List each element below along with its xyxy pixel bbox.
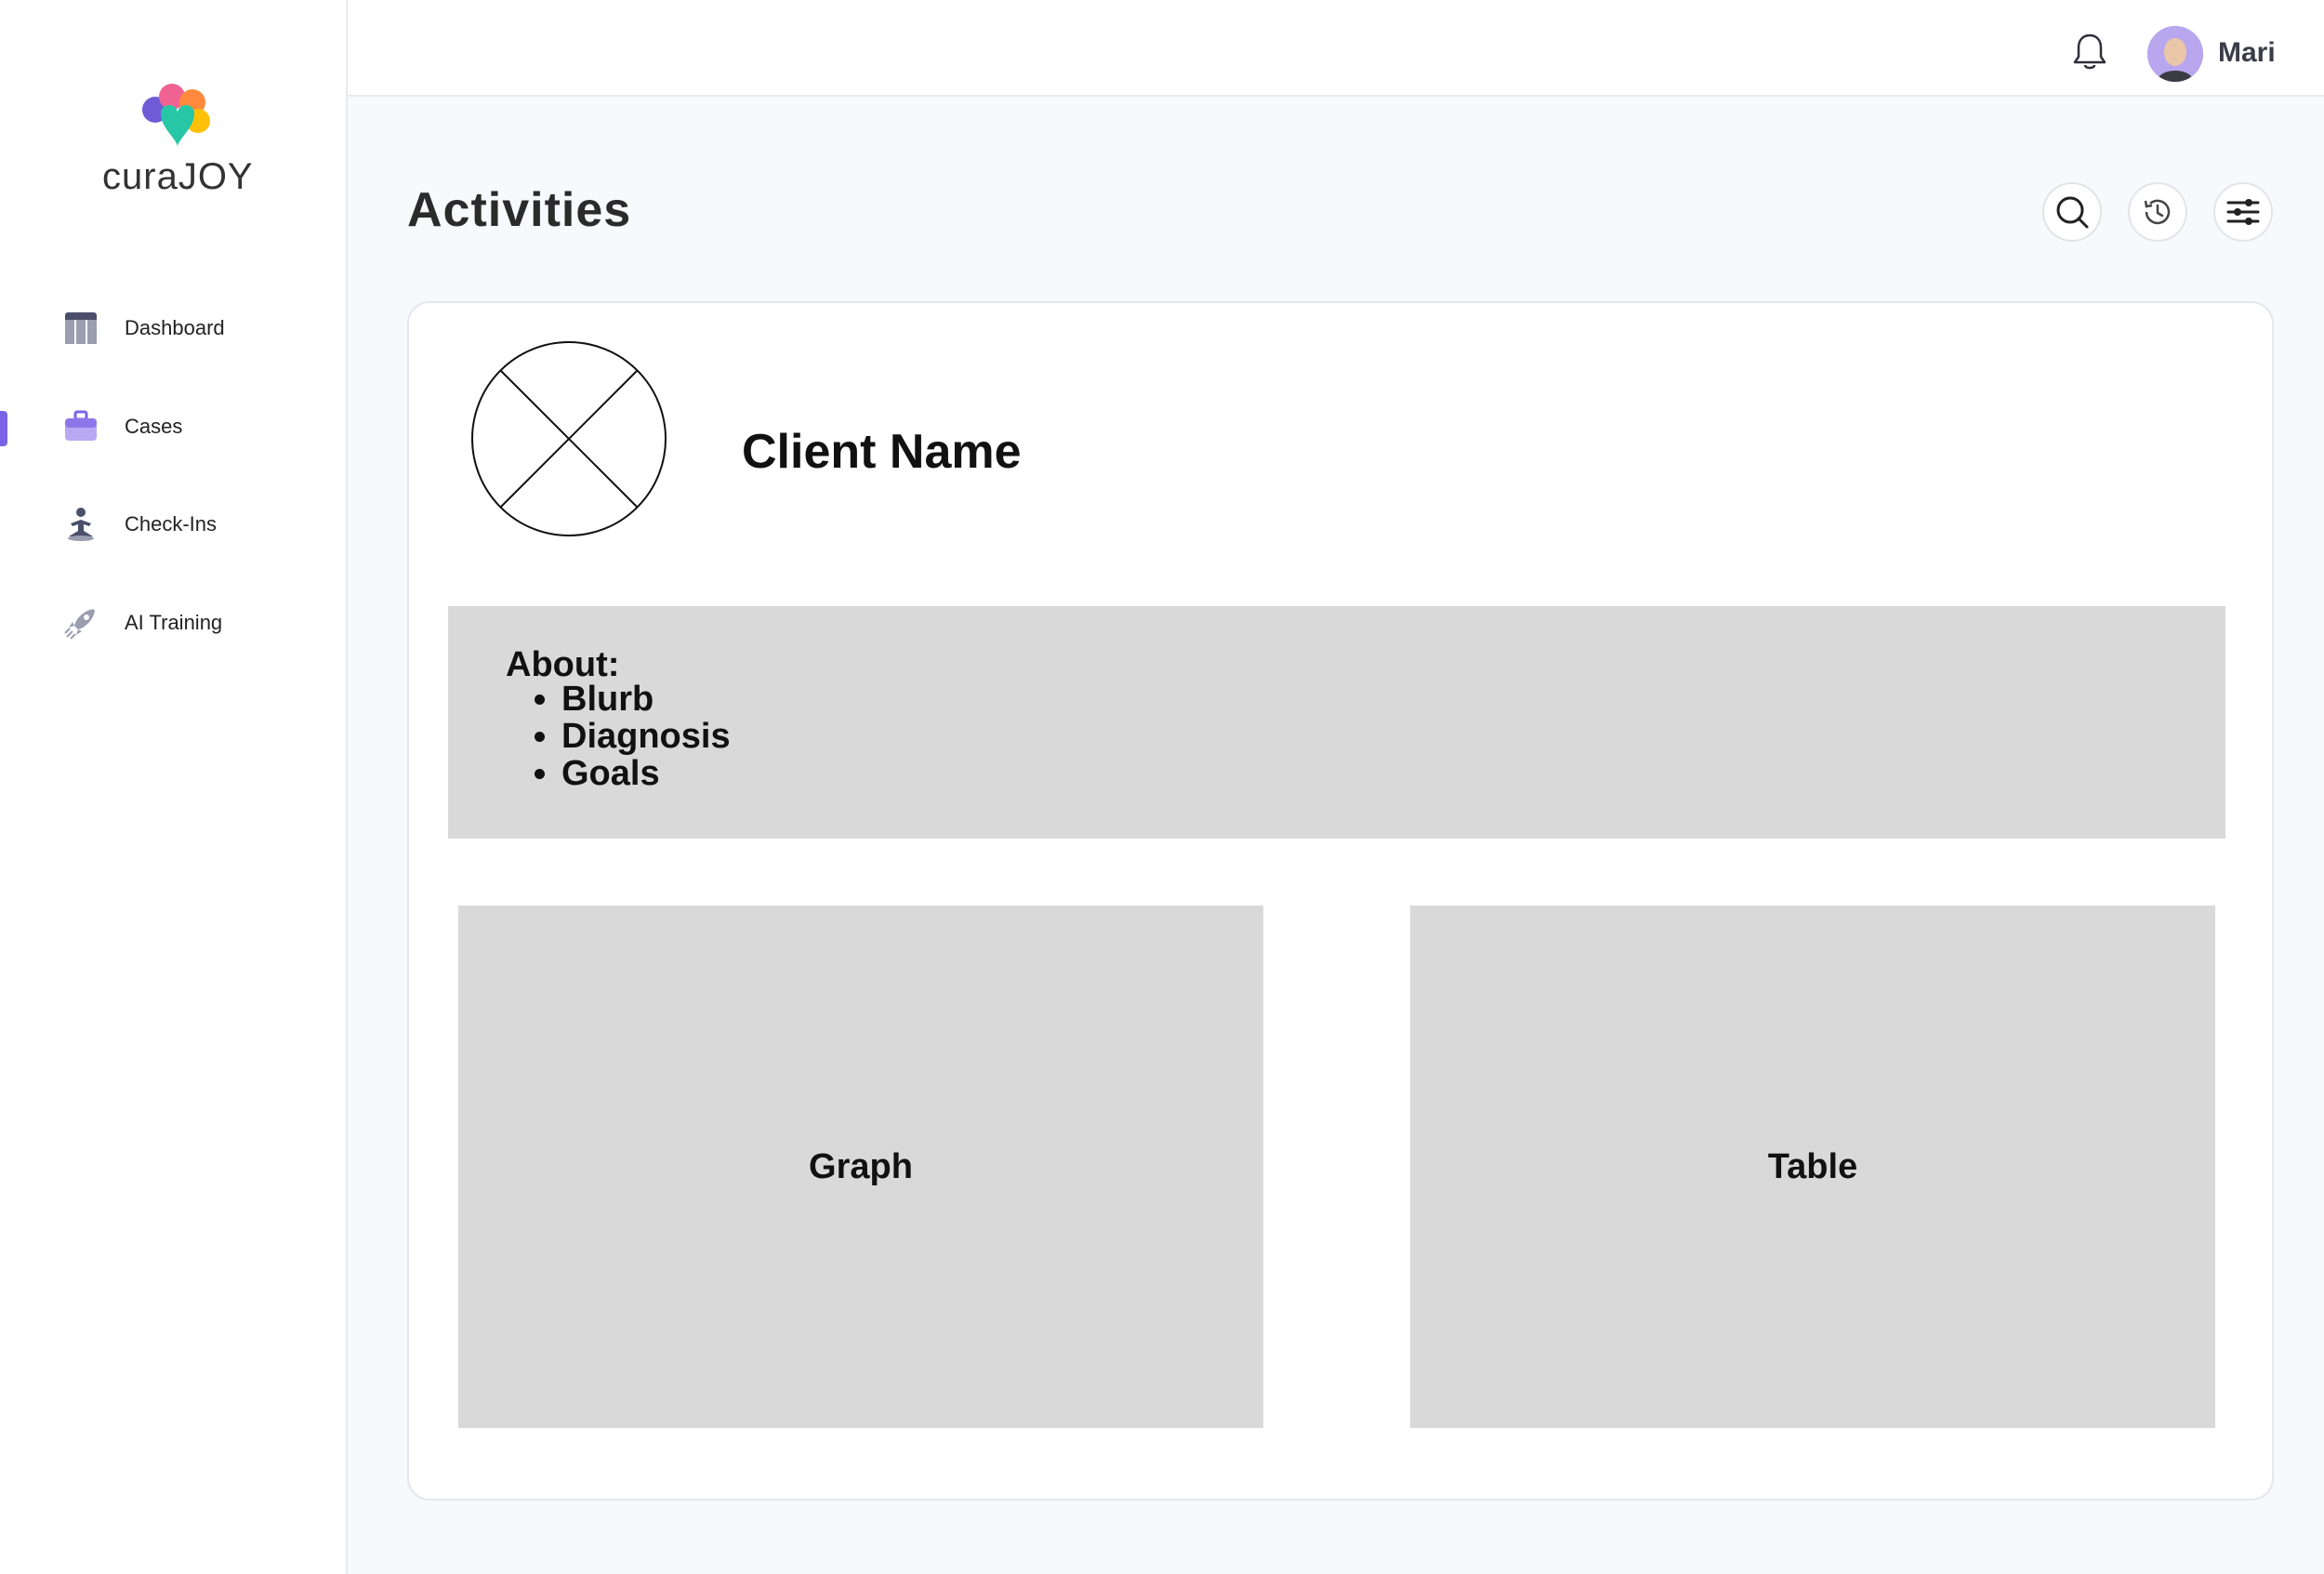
graph-placeholder: Graph <box>458 906 1263 1428</box>
search-button[interactable] <box>2042 182 2102 242</box>
sidebar-item-label: Cases <box>125 415 183 438</box>
meditation-icon <box>68 508 94 541</box>
image-placeholder-icon <box>471 341 667 536</box>
user-photo-icon <box>2147 26 2203 82</box>
sidebar-item-label: AI Training <box>125 611 223 634</box>
filter-sliders-icon <box>2226 199 2260 225</box>
history-button[interactable] <box>2128 182 2187 242</box>
about-item-diagnosis: Diagnosis <box>561 718 731 755</box>
brand-name: curaJOY <box>102 156 254 197</box>
about-list: Blurb Diagnosis Goals <box>506 681 731 792</box>
sidebar-item-label: Dashboard <box>125 316 225 339</box>
client-card: Client Name About: Blurb Diagnosis Goals… <box>407 301 2274 1501</box>
about-item-blurb: Blurb <box>561 681 731 718</box>
sidebar: curaJOY Dashboard Cases Check-Ins AI Tra… <box>0 0 348 1574</box>
avatar[interactable] <box>2147 26 2203 82</box>
history-icon <box>2144 199 2171 225</box>
dashboard-icon <box>65 312 97 344</box>
sidebar-item-ai-training[interactable]: AI Training <box>0 586 346 660</box>
sidebar-item-check-ins[interactable]: Check-Ins <box>0 487 346 562</box>
filter-button[interactable] <box>2213 182 2273 242</box>
sidebar-item-cases[interactable]: Cases <box>0 390 346 464</box>
sidebar-item-label: Check-Ins <box>125 512 218 536</box>
bell-icon[interactable] <box>2071 32 2108 73</box>
table-placeholder: Table <box>1410 906 2215 1428</box>
rocket-icon <box>64 609 95 640</box>
sidebar-item-dashboard[interactable]: Dashboard <box>0 291 346 365</box>
search-icon <box>2056 196 2089 229</box>
briefcase-icon <box>65 410 97 441</box>
table-label: Table <box>1767 1146 1858 1186</box>
client-name: Client Name <box>742 425 1022 479</box>
page-title: Activities <box>407 183 632 237</box>
graph-label: Graph <box>809 1146 913 1186</box>
top-bar: Mari <box>348 0 2324 97</box>
brand-logo[interactable]: curaJOY <box>102 82 254 203</box>
about-item-goals: Goals <box>561 755 731 792</box>
logo-heart-icon <box>142 84 210 147</box>
user-name[interactable]: Mari <box>2218 37 2276 69</box>
about-section: About: Blurb Diagnosis Goals <box>448 606 2225 839</box>
